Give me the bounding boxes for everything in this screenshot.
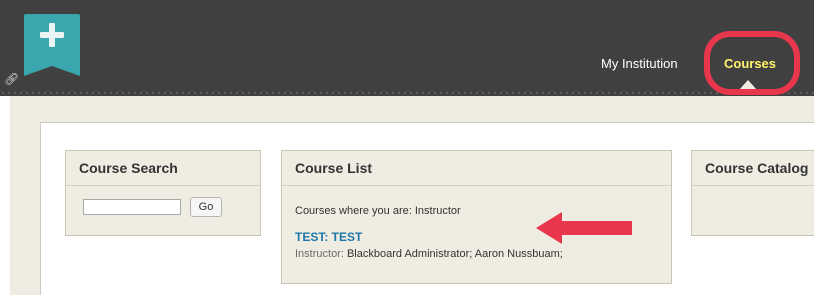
top-navigation-bar: 🔗︎ My Institution Courses (0, 0, 814, 96)
course-list-title: Course List (282, 151, 671, 186)
course-role-text: Courses where you are: Instructor (295, 205, 461, 217)
course-search-module: Course Search Go (65, 150, 261, 236)
go-button[interactable]: Go (190, 197, 222, 217)
courses-highlight-annotation (704, 31, 800, 95)
course-catalog-module: Course Catalog (691, 150, 814, 236)
course-instructors: Instructor: Blackboard Administrator; Aa… (295, 247, 563, 261)
link-icon[interactable]: 🔗︎ (4, 72, 19, 86)
tab-my-institution[interactable]: My Institution (601, 56, 678, 72)
instructor-names: Blackboard Administrator; Aaron Nussbuam… (346, 248, 563, 260)
course-search-title: Course Search (66, 151, 260, 186)
course-catalog-title: Course Catalog (692, 151, 814, 186)
arrow-left-icon (536, 212, 632, 244)
plus-icon (40, 23, 64, 47)
course-search-input[interactable] (83, 199, 181, 215)
add-tab-button[interactable] (24, 14, 80, 76)
content-panel: Course Search Go Course List Courses whe… (40, 122, 814, 295)
course-link-test[interactable]: TEST: TEST (295, 230, 362, 244)
instructor-label: Instructor: (295, 248, 344, 260)
